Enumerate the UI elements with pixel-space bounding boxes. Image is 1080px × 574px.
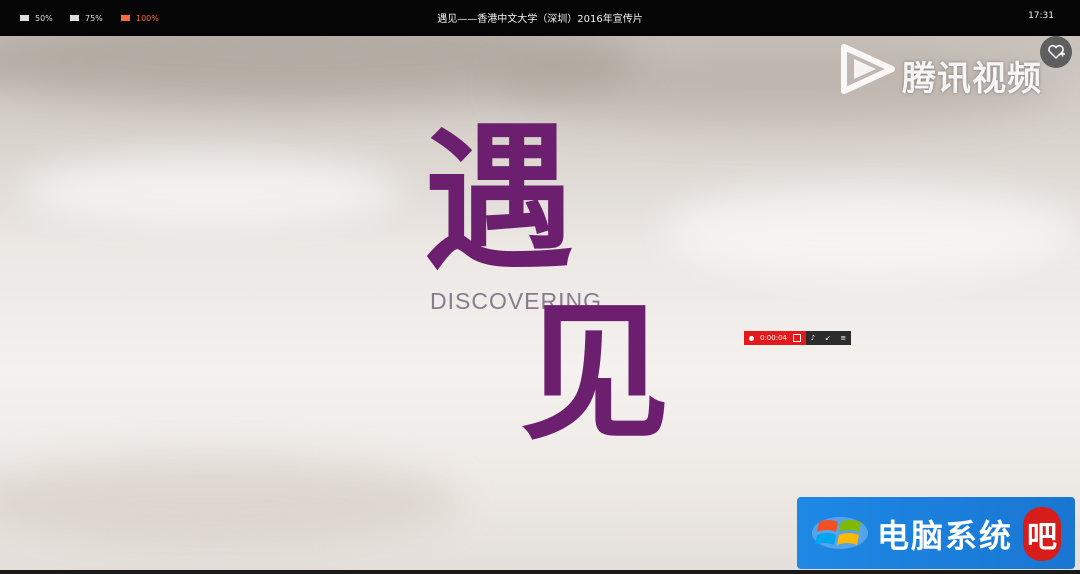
cloud-shape [0,456,460,546]
recorder-controls: ♪ ↙ ≡ [806,331,851,345]
top-bar: 50% 75% 100% 遇见——香港中文大学（深圳）2016年宣传片 17:3… [0,0,1080,36]
title-char-top: 遇 [424,106,575,292]
video-title: 遇见——香港中文大学（深圳）2016年宣传片 [437,14,643,25]
record-dot-icon [749,335,754,341]
provider-logo-text: 腾讯视频 [902,59,1042,99]
windows-logo-icon [812,517,868,549]
bottom-edge [0,570,1080,574]
provider-logo: 腾讯视频 [838,41,1048,99]
cloud-shape [20,156,400,226]
minimize-icon[interactable]: ↙ [825,334,831,342]
microphone-icon[interactable]: ♪ [811,334,815,342]
recorder-status[interactable]: 0:00:04 [744,331,806,345]
favorite-button[interactable] [1040,36,1072,68]
stop-icon[interactable] [793,334,801,342]
watermark-text: 电脑系统 [877,517,1014,555]
site-watermark: 电脑系统 吧 [797,497,1075,569]
clock: 17:31 [1028,11,1054,21]
video-frame[interactable]: 遇 DISCOVERING 见 腾讯视频 0:00:04 ♪ ↙ ≡ 电脑系统 … [0,36,1080,574]
cloud-shape [660,186,1080,276]
recorder-time: 0:00:04 [760,334,787,342]
play-logo-icon [841,44,895,94]
heart-plus-icon [1048,44,1065,60]
screen-recorder-toolbar[interactable]: 0:00:04 ♪ ↙ ≡ [744,331,851,345]
watermark-badge: 吧 [1023,507,1061,561]
menu-icon[interactable]: ≡ [840,334,846,342]
title-char-bottom: 见 [520,285,671,461]
